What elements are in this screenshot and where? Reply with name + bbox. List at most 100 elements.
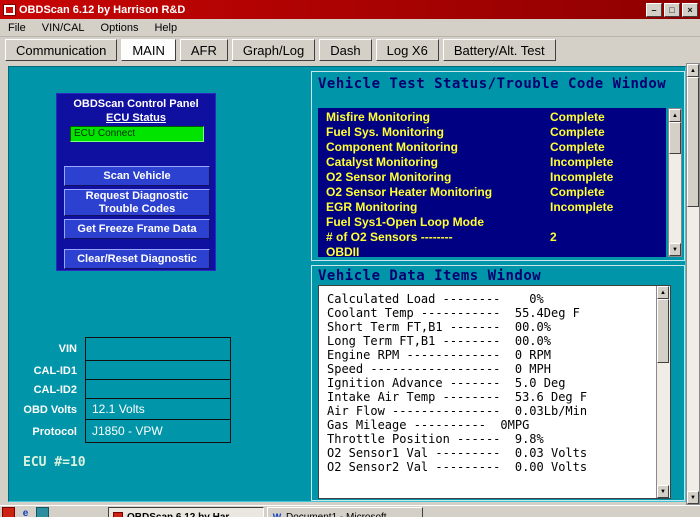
status-value: Complete — [550, 125, 605, 139]
status-value: Incomplete — [550, 155, 613, 169]
browser-icon[interactable]: e — [19, 507, 32, 517]
menu-bar: File VIN/CAL Options Help — [0, 19, 700, 37]
data-items-title: Vehicle Data Items Window — [318, 268, 541, 284]
protocol-row: Protocol J1850 - VPW — [19, 420, 231, 443]
scan-vehicle-button[interactable]: Scan Vehicle — [64, 166, 210, 186]
tab-communication[interactable]: Communication — [5, 39, 117, 61]
tab-afr[interactable]: AFR — [180, 39, 228, 61]
menu-help[interactable]: Help — [146, 20, 185, 36]
request-dtc-button[interactable]: Request Diagnostic Trouble Codes — [64, 189, 210, 216]
close-icon: × — [687, 5, 692, 15]
status-row: OBDII — [326, 245, 666, 257]
cal-id1-field[interactable] — [85, 360, 231, 380]
data-line: Engine RPM ------------- 0 RPM — [327, 348, 670, 362]
scrollbar-thumb[interactable] — [657, 299, 669, 363]
data-line: Coolant Temp ----------- 55.4Deg F — [327, 306, 670, 320]
tab-log-x6[interactable]: Log X6 — [376, 39, 439, 61]
scroll-down-icon[interactable]: ▼ — [657, 485, 669, 498]
data-line: Gas Mileage ---------- 0MPG — [327, 418, 670, 432]
scroll-down-icon[interactable]: ▼ — [669, 243, 681, 256]
main-area: OBDScan Control Panel ECU Status ECU Con… — [0, 63, 700, 505]
data-line: Short Term FT,B1 ------- 00.0% — [327, 320, 670, 334]
test-status-list: Misfire MonitoringComplete Fuel Sys. Mon… — [318, 108, 666, 257]
data-line: Intake Air Temp -------- 53.6 Deg F — [327, 390, 670, 404]
maximize-icon: □ — [669, 5, 674, 15]
freeze-frame-button[interactable]: Get Freeze Frame Data — [64, 219, 210, 239]
menu-file[interactable]: File — [0, 20, 34, 36]
status-row: Component MonitoringComplete — [326, 140, 666, 155]
scroll-down-icon[interactable]: ▼ — [687, 491, 699, 504]
title-bar: OBDScan 6.12 by Harrison R&D – □ × — [0, 0, 700, 19]
taskbar: e OBDScan 6.12 by Har... W Document1 - M… — [0, 505, 700, 517]
status-row: EGR MonitoringIncomplete — [326, 200, 666, 215]
quick-launch: e — [0, 506, 108, 517]
obd-volts-row: OBD Volts 12.1 Volts — [19, 399, 231, 420]
clear-reset-button[interactable]: Clear/Reset Diagnostic — [64, 249, 210, 269]
taskbar-button-obdscan[interactable]: OBDScan 6.12 by Har... — [108, 507, 264, 517]
menu-vincal[interactable]: VIN/CAL — [34, 20, 93, 36]
data-scrollbar[interactable]: ▲ ▼ — [656, 286, 670, 498]
tab-battery-alt-test[interactable]: Battery/Alt. Test — [443, 39, 556, 61]
status-value: Complete — [550, 110, 605, 124]
scroll-up-icon[interactable]: ▲ — [687, 64, 699, 77]
cal-id2-row: CAL-ID2 — [19, 380, 231, 399]
status-row: O2 Sensor Heater MonitoringComplete — [326, 185, 666, 200]
status-row: Fuel Sys. MonitoringComplete — [326, 125, 666, 140]
close-button[interactable]: × — [682, 3, 698, 17]
taskbar-button-document[interactable]: W Document1 - Microsoft... — [267, 507, 423, 517]
tab-dash[interactable]: Dash — [319, 39, 371, 61]
obd-volts-label: OBD Volts — [19, 399, 85, 420]
app-quicklaunch-icon[interactable] — [2, 507, 15, 517]
test-status-window: Vehicle Test Status/Trouble Code Window … — [311, 71, 685, 261]
tab-main[interactable]: MAIN — [121, 39, 176, 61]
scrollbar-thumb[interactable] — [687, 77, 699, 207]
status-row: Fuel Sys1-Open Loop Mode — [326, 215, 666, 230]
scroll-up-icon[interactable]: ▲ — [657, 286, 669, 299]
data-line: Ignition Advance ------- 5.0 Deg — [327, 376, 670, 390]
status-row: Catalyst MonitoringIncomplete — [326, 155, 666, 170]
scroll-up-icon[interactable]: ▲ — [669, 109, 681, 122]
minimize-icon: – — [651, 5, 656, 15]
scrollbar-thumb[interactable] — [669, 122, 681, 154]
data-line: Speed ------------------ 0 MPH — [327, 362, 670, 376]
obd-volts-field: 12.1 Volts — [85, 398, 231, 420]
cal-id2-field[interactable] — [85, 379, 231, 399]
vin-label: VIN — [19, 337, 85, 361]
data-line: Long Term FT,B1 -------- 00.0% — [327, 334, 670, 348]
protocol-label: Protocol — [19, 420, 85, 443]
protocol-field: J1850 - VPW — [85, 419, 231, 443]
data-line: Throttle Position ------ 9.8% — [327, 432, 670, 446]
minimize-button[interactable]: – — [646, 3, 662, 17]
status-value: 2 — [550, 230, 557, 244]
ecu-status-field[interactable]: ECU Connect — [70, 126, 204, 142]
cal-id1-label: CAL-ID1 — [19, 361, 85, 380]
data-line: O2 Sensor2 Val --------- 0.00 Volts — [327, 460, 670, 474]
app-icon — [3, 4, 16, 16]
control-panel-title: OBDScan Control Panel — [57, 98, 215, 110]
word-icon: W — [272, 512, 282, 517]
status-row: Misfire MonitoringComplete — [326, 110, 666, 125]
maximize-button[interactable]: □ — [664, 3, 680, 17]
menu-options[interactable]: Options — [93, 20, 147, 36]
status-value: Complete — [550, 140, 605, 154]
taskbar-button-label: OBDScan 6.12 by Har... — [127, 512, 237, 517]
tab-graph-log[interactable]: Graph/Log — [232, 39, 315, 61]
vin-row: VIN — [19, 337, 231, 361]
data-items-list: Calculated Load -------- 0% Coolant Temp… — [318, 285, 671, 499]
ecu-status-label: ECU Status — [57, 112, 215, 124]
status-value: Incomplete — [550, 200, 613, 214]
quick-launch-icon[interactable] — [36, 507, 49, 517]
vin-field[interactable] — [85, 337, 231, 361]
status-row: O2 Sensor MonitoringIncomplete — [326, 170, 666, 185]
main-panel: OBDScan Control Panel ECU Status ECU Con… — [8, 66, 686, 502]
status-value: Incomplete — [550, 170, 613, 184]
control-panel: OBDScan Control Panel ECU Status ECU Con… — [56, 93, 216, 271]
data-line: O2 Sensor1 Val --------- 0.03 Volts — [327, 446, 670, 460]
status-row: # of O2 Sensors --------2 — [326, 230, 666, 245]
cal-id1-row: CAL-ID1 — [19, 361, 231, 380]
status-scrollbar[interactable]: ▲ ▼ — [668, 108, 682, 257]
vehicle-info: VIN CAL-ID1 CAL-ID2 OBD Volts 12.1 Volts… — [19, 337, 231, 443]
tab-bar: Communication MAIN AFR Graph/Log Dash Lo… — [0, 37, 700, 63]
taskbar-button-label: Document1 - Microsoft... — [286, 512, 395, 517]
window-scrollbar[interactable]: ▲ ▼ — [686, 63, 700, 505]
